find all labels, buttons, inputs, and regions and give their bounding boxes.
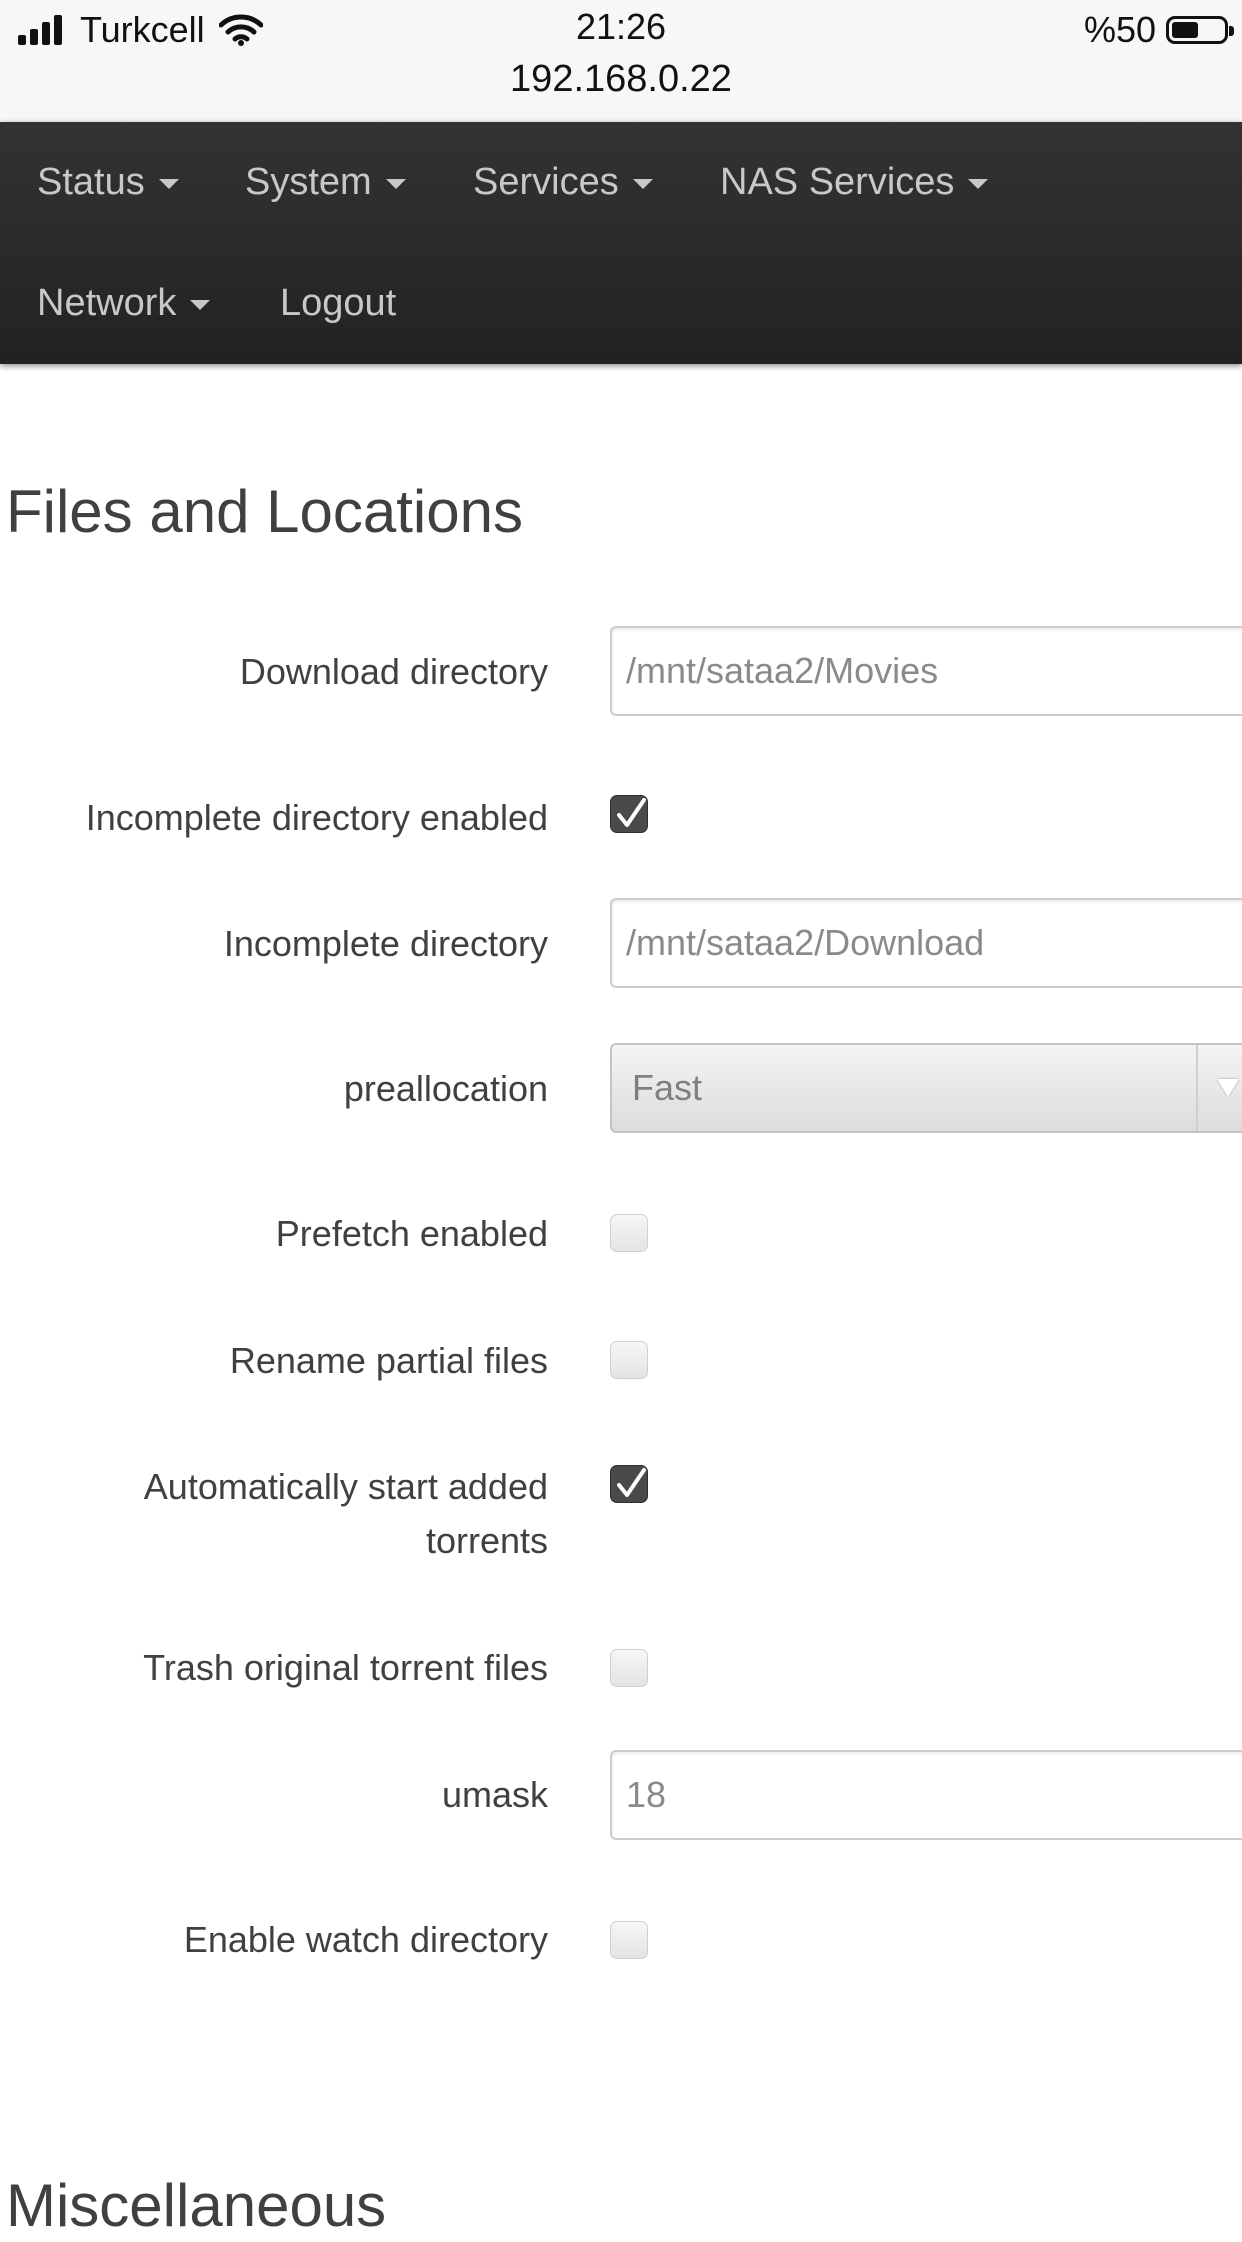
umask-input[interactable] (610, 1750, 1242, 1840)
download-directory-label: Download directory (239, 651, 548, 692)
main-navbar: Status System Services NAS Services Netw… (0, 122, 1242, 364)
checkmark-icon (617, 798, 646, 827)
caret-down-icon (190, 300, 211, 310)
caret-down-icon (158, 179, 179, 189)
umask-label: umask (441, 1774, 548, 1815)
incomplete-directory-enabled-checkbox[interactable] (610, 795, 648, 833)
preallocation-label: preallocation (343, 1068, 548, 1109)
nav-item-label: System (245, 160, 372, 203)
battery-percentage: %50 (1083, 9, 1156, 50)
nav-item-label: Logout (280, 281, 397, 324)
nav-item-label: Services (473, 160, 619, 203)
nav-item-label: Network (37, 281, 177, 324)
select-arrow (1196, 1045, 1242, 1131)
clock: 21:26 (575, 6, 667, 47)
trash-original-torrent-files-label: Trash original torrent files (143, 1647, 548, 1688)
nav-item-label: Status (37, 160, 145, 203)
preallocation-select[interactable]: Fast (610, 1043, 1242, 1133)
auto-start-torrents-checkbox[interactable] (610, 1465, 648, 1503)
prefetch-enabled-label: Prefetch enabled (275, 1213, 548, 1254)
auto-start-torrents-label: Automatically start added torrents (143, 1466, 548, 1561)
incomplete-directory-label: Incomplete directory (223, 923, 548, 964)
nav-item-status[interactable]: Status (37, 152, 179, 212)
section-title-miscellaneous: Miscellaneous (6, 2172, 387, 2239)
preallocation-selected-value: Fast (632, 1067, 703, 1108)
rename-partial-files-checkbox[interactable] (610, 1341, 648, 1379)
dropdown-arrow-icon (1217, 1079, 1239, 1097)
prefetch-enabled-checkbox[interactable] (610, 1214, 648, 1252)
enable-watch-directory-label: Enable watch directory (183, 1919, 548, 1960)
download-directory-input[interactable] (610, 626, 1242, 716)
address-bar-url[interactable]: 192.168.0.22 (0, 58, 1242, 101)
status-right: %50 (1083, 8, 1234, 52)
nav-item-network[interactable]: Network (37, 273, 211, 333)
nav-item-system[interactable]: System (245, 152, 406, 212)
trash-original-torrent-files-checkbox[interactable] (610, 1649, 648, 1687)
nav-item-logout[interactable]: Logout (280, 273, 396, 333)
checkmark-icon (617, 1468, 646, 1497)
caret-down-icon (632, 179, 653, 189)
nav-item-services[interactable]: Services (473, 152, 653, 212)
nav-item-nas-services[interactable]: NAS Services (720, 152, 989, 212)
section-title: Files and Locations (6, 478, 523, 545)
rename-partial-files-label: Rename partial files (229, 1340, 548, 1381)
incomplete-directory-enabled-label: Incomplete directory enabled (85, 797, 548, 838)
incomplete-directory-input[interactable] (610, 898, 1242, 988)
caret-down-icon (968, 179, 989, 189)
battery-icon (1166, 16, 1234, 44)
caret-down-icon (385, 179, 406, 189)
nav-item-label: NAS Services (720, 160, 955, 203)
status-bar: Turkcell 21:26 192.168.0.22 %50 (0, 0, 1242, 122)
enable-watch-directory-checkbox[interactable] (610, 1921, 648, 1959)
